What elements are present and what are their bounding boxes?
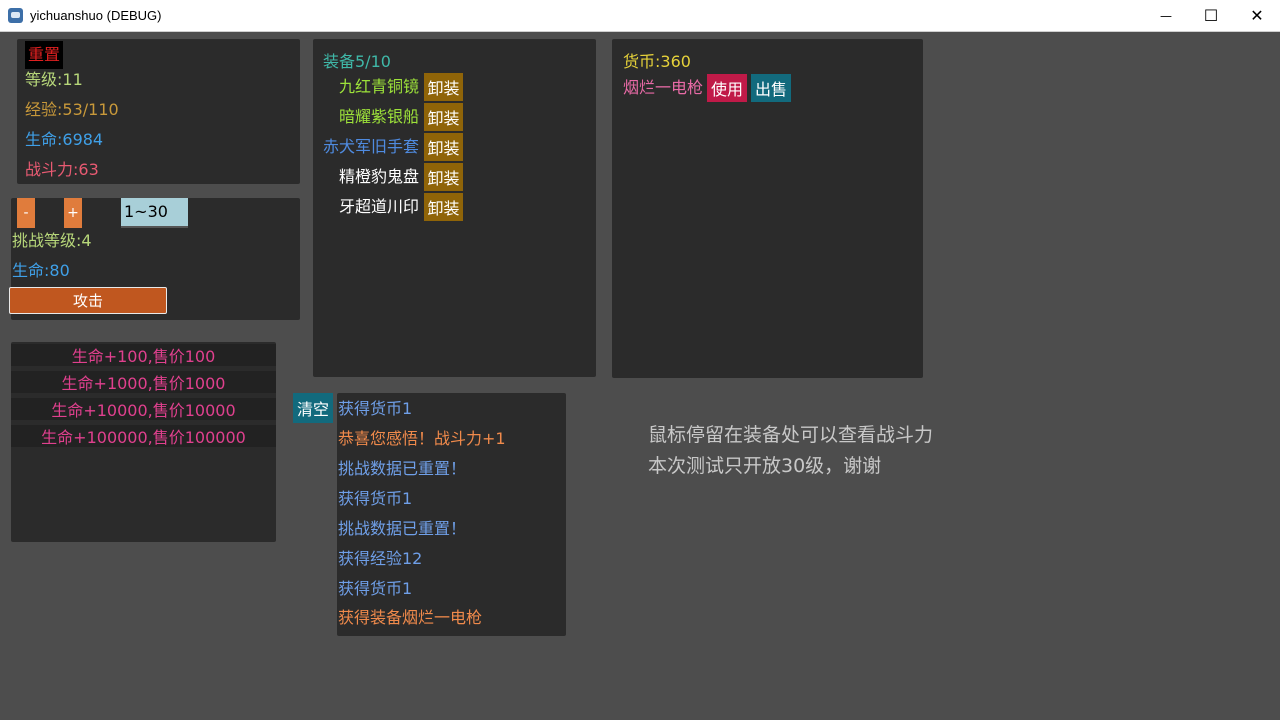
unequip-button[interactable]: 卸装 <box>424 163 463 191</box>
equipment-count: 装备5/10 <box>323 52 391 71</box>
window-title: yichuanshuo (DEBUG) <box>30 8 162 23</box>
attack-button[interactable]: 攻击 <box>9 287 167 314</box>
maximize-button[interactable]: ☐ <box>1188 0 1234 31</box>
minimize-icon: — <box>1160 8 1172 23</box>
unequip-button[interactable]: 卸装 <box>424 193 463 221</box>
title-bar: yichuanshuo (DEBUG) — ☐ ✕ <box>0 0 1280 32</box>
player-level: 等级:11 <box>25 70 83 89</box>
decrease-level-button[interactable]: - <box>17 198 35 228</box>
log-line: 挑战数据已重置！ <box>338 519 467 538</box>
log-line: 获得经验12 <box>338 549 423 568</box>
log-line: 获得装备烟烂一电枪 <box>338 608 483 627</box>
app-icon <box>8 8 23 23</box>
level-range-input[interactable]: 1~30 <box>121 198 188 228</box>
close-button[interactable]: ✕ <box>1234 0 1280 31</box>
challenge-level: 挑战等级:4 <box>12 231 92 250</box>
clear-log-button[interactable]: 清空 <box>293 393 333 423</box>
equipment-item-name[interactable]: 精橙豹鬼盘 <box>323 167 419 187</box>
hint-line-2: 本次测试只开放30级，谢谢 <box>648 455 882 477</box>
shop-item[interactable]: 生命+100000,售价100000 <box>11 425 276 447</box>
log-line: 获得货币1 <box>338 489 413 508</box>
player-hp: 生命:6984 <box>25 130 104 149</box>
hint-line-1: 鼠标停留在装备处可以查看战斗力 <box>648 424 934 446</box>
increase-level-button[interactable]: + <box>64 198 82 228</box>
log-line: 恭喜您感悟！战斗力+1 <box>338 429 506 448</box>
shop-item[interactable]: 生命+10000,售价10000 <box>11 398 276 420</box>
player-exp: 经验:53/110 <box>25 100 119 119</box>
log-line: 挑战数据已重置！ <box>338 459 467 478</box>
reset-button[interactable]: 重置 <box>25 41 63 69</box>
minimize-button[interactable]: — <box>1143 0 1189 31</box>
enemy-hp: 生命:80 <box>12 261 70 280</box>
inventory-item-name[interactable]: 烟烂一电枪 <box>623 78 703 98</box>
close-icon: ✕ <box>1250 6 1264 25</box>
unequip-button[interactable]: 卸装 <box>424 133 463 161</box>
currency-amount: 货币:360 <box>623 52 691 71</box>
equipment-item-name[interactable]: 牙超道川印 <box>323 197 419 217</box>
maximize-icon: ☐ <box>1203 6 1219 25</box>
shop-item[interactable]: 生命+1000,售价1000 <box>11 371 276 393</box>
log-line: 获得货币1 <box>338 579 413 598</box>
sell-button[interactable]: 出售 <box>751 74 791 102</box>
unequip-button[interactable]: 卸装 <box>424 73 463 101</box>
equipment-item-name[interactable]: 暗耀紫银船 <box>323 107 419 127</box>
equipment-item-name[interactable]: 赤犬军旧手套 <box>323 137 419 157</box>
equipment-item-name[interactable]: 九红青铜镜 <box>323 77 419 97</box>
use-button[interactable]: 使用 <box>707 74 747 102</box>
player-power: 战斗力:63 <box>25 160 99 179</box>
shop-item[interactable]: 生命+100,售价100 <box>11 344 276 366</box>
log-line: 获得货币1 <box>338 399 413 418</box>
unequip-button[interactable]: 卸装 <box>424 103 463 131</box>
